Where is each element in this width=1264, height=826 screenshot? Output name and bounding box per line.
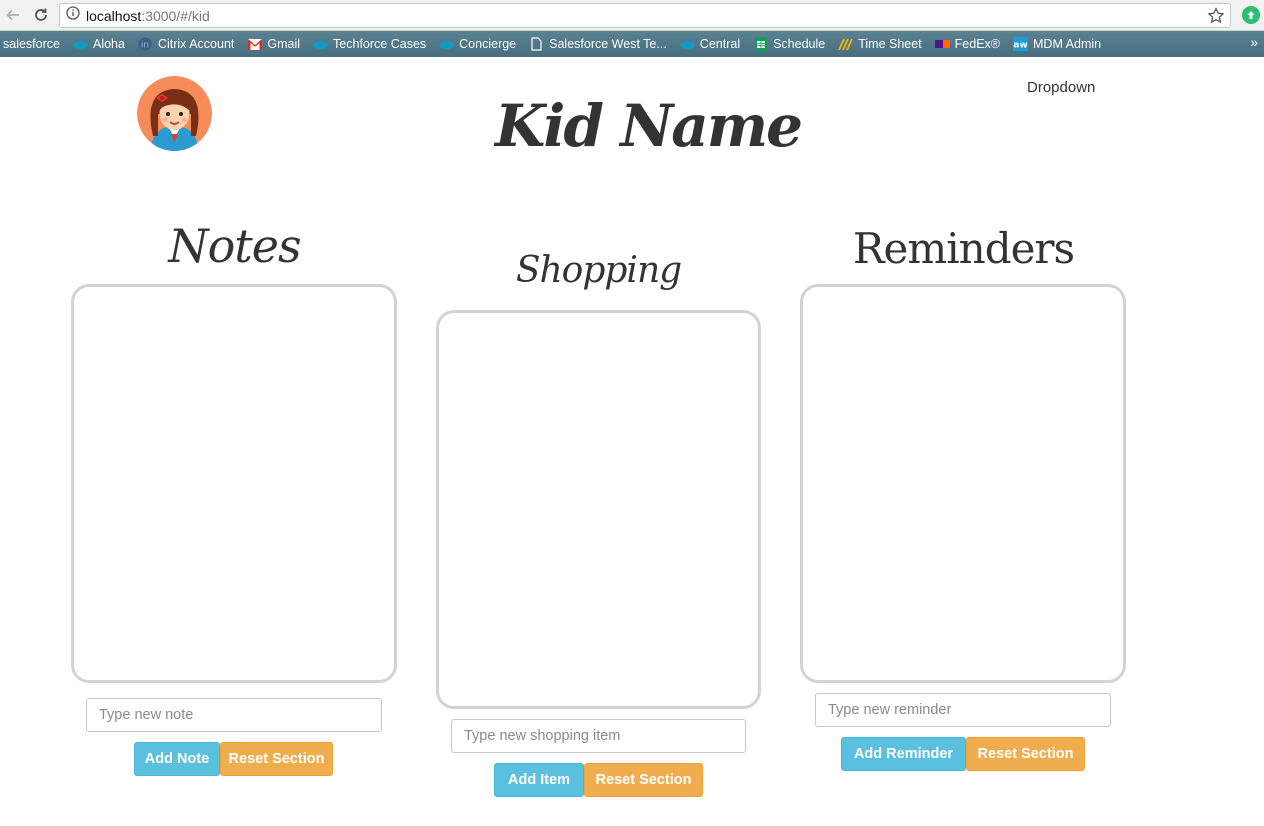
bookmark-item[interactable]: aw MDM Admin bbox=[1013, 37, 1101, 52]
reminders-list-box bbox=[800, 284, 1126, 683]
bookmark-item[interactable]: in Citrix Account bbox=[138, 37, 234, 52]
shopping-title: Shopping bbox=[515, 250, 682, 291]
bookmark-label: Salesforce West Te... bbox=[549, 37, 667, 51]
shopping-list-box bbox=[436, 310, 761, 709]
salesforce-cloud-icon bbox=[313, 37, 328, 52]
reminders-title: Reminders bbox=[852, 224, 1075, 273]
bookmark-item[interactable]: Concierge bbox=[439, 37, 516, 52]
bookmark-label: FedEx® bbox=[954, 37, 1001, 51]
bookmarks-bar: salesforce Aloha in Citrix Account Gmail … bbox=[0, 31, 1264, 57]
url-text: localhost:3000/#/kid bbox=[86, 8, 210, 24]
svg-text:in: in bbox=[141, 41, 149, 51]
dropdown-menu[interactable]: Dropdown bbox=[1027, 79, 1095, 96]
aw-icon: aw bbox=[1013, 37, 1029, 52]
back-arrow-icon[interactable] bbox=[2, 4, 24, 26]
bookmark-item[interactable]: FedEx® bbox=[934, 37, 1001, 52]
timesheet-icon bbox=[838, 37, 854, 52]
bookmark-item[interactable]: Gmail bbox=[247, 37, 300, 52]
address-bar[interactable]: localhost:3000/#/kid bbox=[59, 3, 1231, 28]
bookmark-item[interactable]: Techforce Cases bbox=[313, 37, 426, 52]
bookmark-label: Concierge bbox=[459, 37, 517, 51]
add-note-button[interactable]: Add Note bbox=[134, 742, 220, 776]
url-host: localhost bbox=[86, 7, 142, 24]
bookmark-item[interactable]: Central bbox=[680, 37, 740, 52]
bookmark-label: salesforce bbox=[3, 37, 60, 51]
bookmark-label: MDM Admin bbox=[1033, 37, 1102, 51]
reset-shopping-button[interactable]: Reset Section bbox=[584, 763, 703, 797]
kid-avatar[interactable] bbox=[137, 76, 212, 151]
salesforce-cloud-icon bbox=[680, 37, 695, 52]
bookmark-item[interactable]: Schedule bbox=[753, 37, 825, 52]
fedex-icon bbox=[934, 37, 950, 52]
svg-text:aw: aw bbox=[1013, 41, 1027, 51]
notes-title: Notes bbox=[168, 219, 301, 273]
salesforce-cloud-icon bbox=[73, 37, 88, 52]
bookmark-label: Schedule bbox=[773, 37, 826, 51]
salesforce-cloud-icon bbox=[439, 37, 454, 52]
notes-list-box bbox=[71, 284, 397, 683]
reset-notes-button[interactable]: Reset Section bbox=[220, 742, 333, 776]
sheets-icon bbox=[753, 37, 768, 52]
kid-name-title: Kid Name bbox=[495, 92, 803, 160]
extension-upload-icon[interactable] bbox=[1242, 6, 1260, 24]
browser-chrome: localhost:3000/#/kid salesforce Aloha in… bbox=[0, 0, 1264, 57]
reset-reminders-button[interactable]: Reset Section bbox=[966, 737, 1085, 771]
info-icon[interactable] bbox=[66, 6, 80, 25]
bookmark-label: Gmail bbox=[267, 37, 301, 51]
bookmark-item[interactable]: Salesforce West Te... bbox=[529, 37, 667, 52]
bookmark-label: Time Sheet bbox=[858, 37, 922, 51]
address-row: localhost:3000/#/kid bbox=[0, 0, 1264, 31]
bookmark-item[interactable]: salesforce bbox=[3, 37, 60, 51]
page-icon bbox=[529, 37, 544, 52]
add-reminder-button[interactable]: Add Reminder bbox=[841, 737, 966, 771]
shopping-item-input[interactable] bbox=[451, 719, 746, 753]
bookmark-star-icon[interactable] bbox=[1207, 7, 1225, 25]
url-path: :3000/#/kid bbox=[141, 7, 210, 24]
bookmark-label: Techforce Cases bbox=[333, 37, 427, 51]
reminder-input[interactable] bbox=[815, 693, 1111, 727]
bookmark-item[interactable]: Time Sheet bbox=[838, 37, 922, 52]
add-item-button[interactable]: Add Item bbox=[494, 763, 584, 797]
note-input[interactable] bbox=[86, 698, 382, 732]
bookmark-label: Citrix Account bbox=[157, 37, 235, 51]
bookmarks-more-button[interactable]: » bbox=[1250, 34, 1258, 50]
bookmark-label: Central bbox=[699, 37, 741, 51]
bookmark-item[interactable]: Aloha bbox=[73, 37, 125, 52]
bookmark-label: Aloha bbox=[92, 37, 125, 51]
reload-icon[interactable] bbox=[30, 4, 52, 26]
citrix-icon: in bbox=[138, 37, 153, 52]
gmail-icon bbox=[247, 37, 262, 52]
